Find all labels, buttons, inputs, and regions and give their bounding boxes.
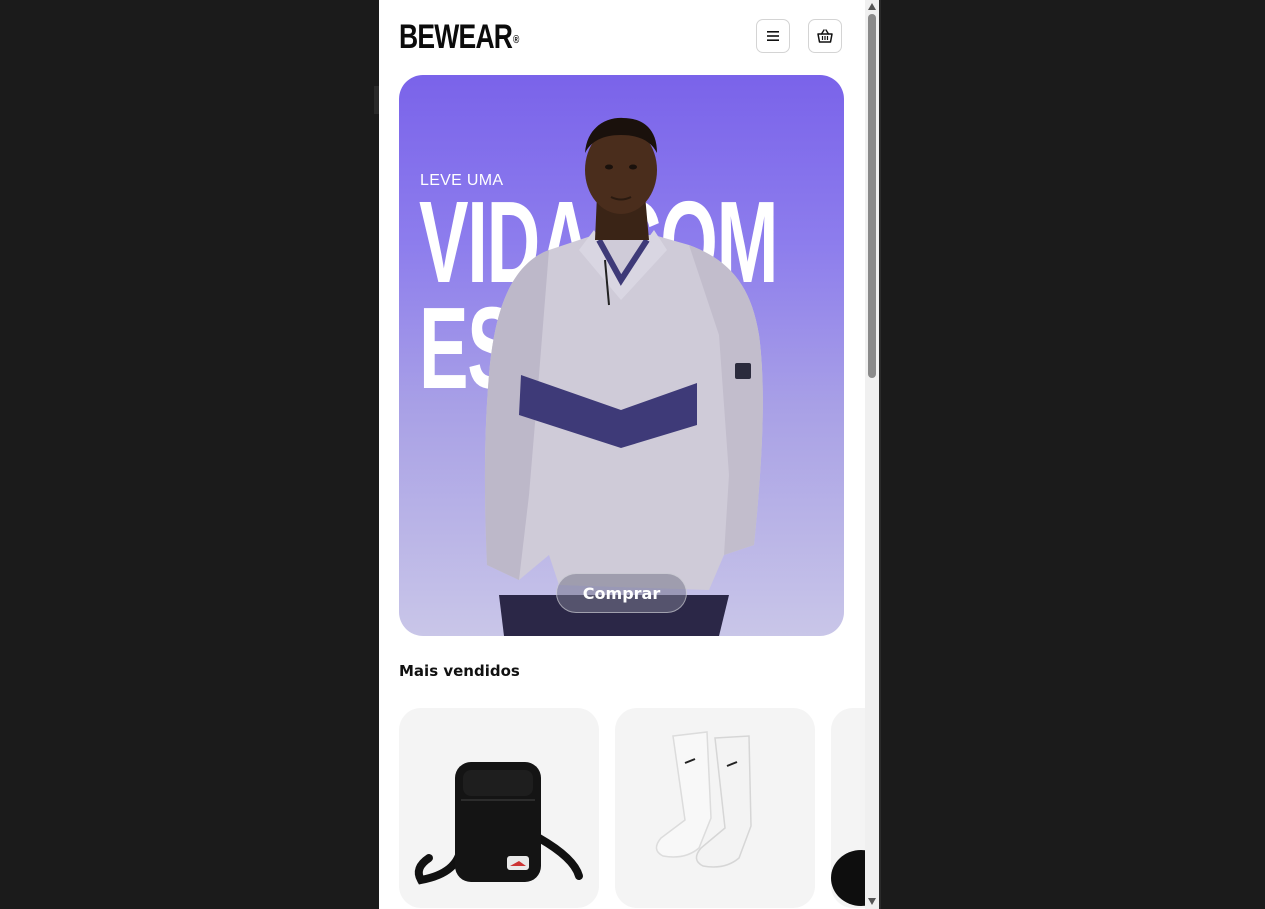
frame-edge [879,0,881,909]
brand-logo[interactable]: BEWEAR® [399,17,519,57]
product-image [831,850,865,906]
mobile-preview: BEWEAR® LEVE UMA VIDA COM ESTILO [379,0,865,909]
product-card[interactable] [615,708,815,908]
product-card[interactable] [399,708,599,908]
cart-button[interactable] [808,19,842,53]
hero-banner: LEVE UMA VIDA COM ESTILO [399,75,844,636]
scroll-down-icon[interactable] [868,898,876,905]
header: BEWEAR® [379,0,865,74]
scroll-up-icon[interactable] [868,3,876,10]
product-card[interactable] [831,708,865,908]
best-sellers-title: Mais vendidos [399,662,520,680]
brand-name: BEWEAR [399,18,513,56]
best-sellers-carousel[interactable] [399,708,865,909]
menu-button[interactable] [756,19,790,53]
socks-image [655,731,752,868]
hamburger-icon [767,31,779,41]
scroll-thumb[interactable] [868,14,876,378]
buy-button[interactable]: Comprar [556,573,687,613]
registered-mark: ® [512,34,519,46]
scrollbar[interactable] [865,0,879,909]
crossbody-bag-image [414,762,583,885]
model-photo [484,117,763,636]
basket-icon [817,29,833,43]
